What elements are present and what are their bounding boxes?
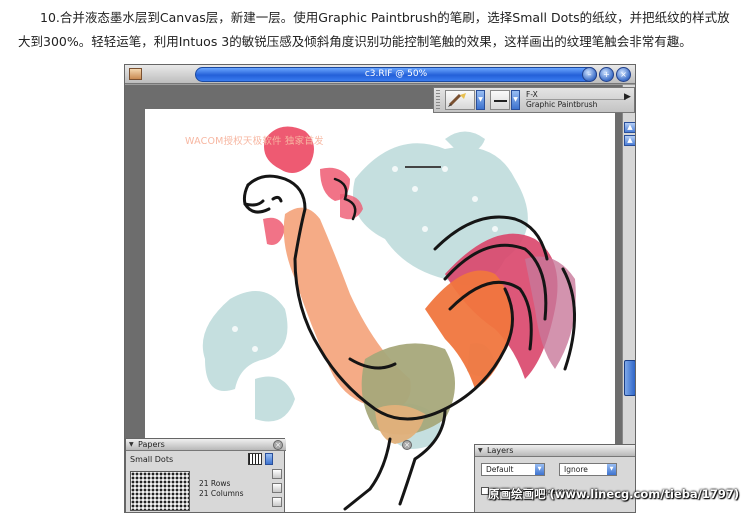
document-icon[interactable]	[129, 68, 142, 80]
panel-close-icon[interactable]: ×	[402, 440, 412, 450]
window-title: c3.RIF @ 50%	[195, 67, 597, 82]
paper-rows-label: 21 Rows	[199, 479, 231, 488]
scroll-up-arrow-icon[interactable]: ▲	[624, 122, 635, 133]
papers-panel: ▼ Papers × Small Dots 21 Rows 21 Columns	[125, 438, 286, 512]
brush-variant-label: Graphic Paintbrush	[526, 100, 598, 109]
composite-depth-value: Ignore	[564, 465, 588, 474]
minimize-button[interactable]: –	[582, 67, 597, 82]
brush-variant-button[interactable]	[490, 90, 510, 110]
composite-depth-select[interactable]: Ignore ▼	[559, 463, 617, 476]
layers-panel-title: Layers	[487, 446, 514, 455]
window-titlebar[interactable]: c3.RIF @ 50% – + ×	[125, 65, 635, 84]
papers-panel-header[interactable]: ▼ Papers ×	[126, 439, 286, 451]
tutorial-step-text: 10.合并液态墨水层到Canvas层，新建一层。使用Graphic Paintb…	[18, 10, 730, 49]
papers-close-icon[interactable]: ×	[273, 440, 283, 450]
painter-window: c3.RIF @ 50% – + × WACOM授权天极软件 独家首发 ▲ ▲ …	[124, 64, 636, 513]
brush-icon	[448, 93, 466, 107]
composite-method-value: Default	[486, 465, 514, 474]
canvas-watermark: WACOM授权天极软件 独家首发	[185, 136, 324, 147]
brush-category-label: F-X	[526, 90, 538, 99]
papers-panel-title: Papers	[138, 440, 165, 449]
site-watermark: 原画绘画吧 (www.linecg.com/tieba/1797)	[488, 487, 740, 501]
paper-option-button[interactable]	[272, 469, 282, 479]
zoom-button[interactable]: +	[599, 67, 614, 82]
paper-texture-name: Small Dots	[130, 455, 174, 464]
chevron-down-icon: ▼	[607, 464, 616, 475]
composite-method-select[interactable]: Default ▼	[481, 463, 545, 476]
collapse-triangle-icon[interactable]: ▼	[478, 447, 483, 454]
paper-library-dropdown[interactable]	[265, 453, 273, 465]
scroll-home-icon[interactable]: ▲	[624, 135, 635, 146]
paper-option-button[interactable]	[272, 497, 282, 507]
chevron-down-icon: ▼	[535, 464, 544, 475]
stroke-icon	[494, 100, 507, 102]
paper-option-button[interactable]	[272, 483, 282, 493]
brush-variant-dropdown[interactable]: ▼	[511, 90, 520, 110]
menu-arrow-icon[interactable]: ▶	[624, 92, 631, 102]
layers-panel-header[interactable]: ▼ Layers	[475, 445, 635, 457]
paper-texture-icon[interactable]	[248, 453, 262, 465]
close-button[interactable]: ×	[616, 67, 631, 82]
paper-preview-swatch	[130, 471, 190, 511]
toolbar-grip-icon[interactable]	[436, 90, 440, 110]
brush-category-button[interactable]	[445, 90, 475, 110]
scroll-thumb[interactable]	[624, 360, 635, 396]
paper-columns-label: 21 Columns	[199, 489, 244, 498]
collapse-triangle-icon[interactable]: ▼	[129, 441, 134, 448]
brush-category-dropdown[interactable]: ▼	[476, 90, 485, 110]
layers-panel: ▼ Layers Default ▼ Ignore ▼ Preserve Tra…	[474, 444, 635, 512]
brush-selector-bar: ▼ ▼ F-X Graphic Paintbrush ▶	[433, 87, 635, 113]
